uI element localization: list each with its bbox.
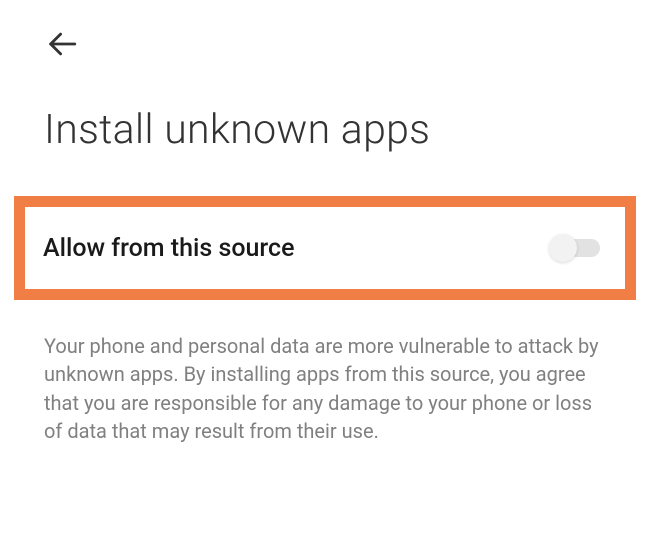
back-arrow-icon [45,27,79,65]
warning-text: Your phone and personal data are more vu… [44,332,604,446]
setting-row-highlight: Allow from this source [14,196,636,300]
back-button[interactable] [44,28,80,64]
allow-source-toggle[interactable] [551,237,603,259]
setting-label: Allow from this source [43,234,294,263]
toggle-thumb [549,234,577,262]
page-title: Install unknown apps [44,106,430,154]
